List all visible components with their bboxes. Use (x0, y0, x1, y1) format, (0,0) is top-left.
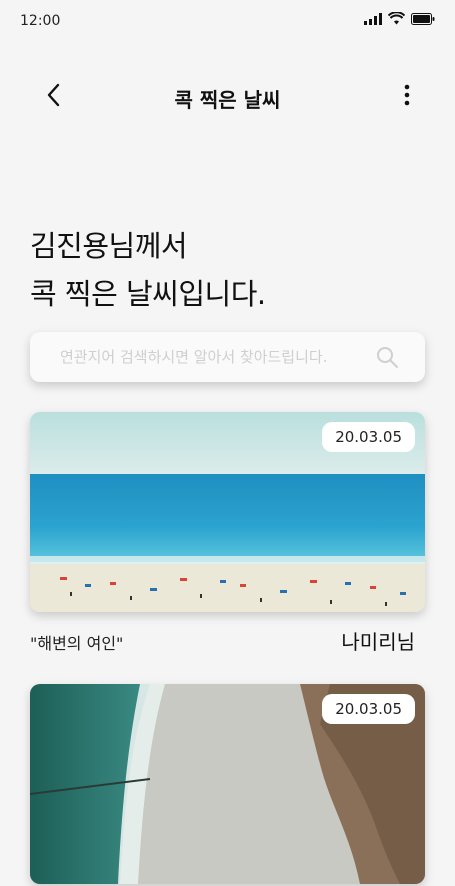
status-bar: 12:00 (0, 0, 455, 40)
search-icon[interactable] (375, 345, 399, 369)
headline-line-2: 콕 찍은 날씨입니다. (30, 277, 266, 311)
battery-icon (411, 12, 435, 25)
photo-author[interactable]: 나미리님 (341, 626, 415, 655)
headline: 김진용님께서 콕 찍은 날씨입니다. (30, 222, 266, 318)
date-badge: 20.03.05 (322, 422, 415, 452)
search-box (30, 332, 425, 382)
headline-line-1: 김진용님께서 (30, 229, 188, 263)
page-title: 콕 찍은 날씨 (174, 88, 281, 112)
status-icons (364, 12, 435, 25)
app-header: 콕 찍은 날씨 (0, 70, 455, 120)
photo-caption: "해변의 여인" (30, 634, 124, 653)
search-input[interactable] (30, 332, 370, 382)
wifi-icon (388, 12, 405, 25)
photo-card[interactable]: 20.03.05 (30, 684, 425, 884)
photo-card[interactable]: 20.03.05 (30, 412, 425, 612)
signal-icon (364, 12, 382, 25)
more-options-button[interactable] (401, 82, 413, 110)
more-vertical-icon (404, 84, 410, 106)
status-time: 12:00 (20, 13, 61, 29)
date-badge: 20.03.05 (322, 694, 415, 724)
